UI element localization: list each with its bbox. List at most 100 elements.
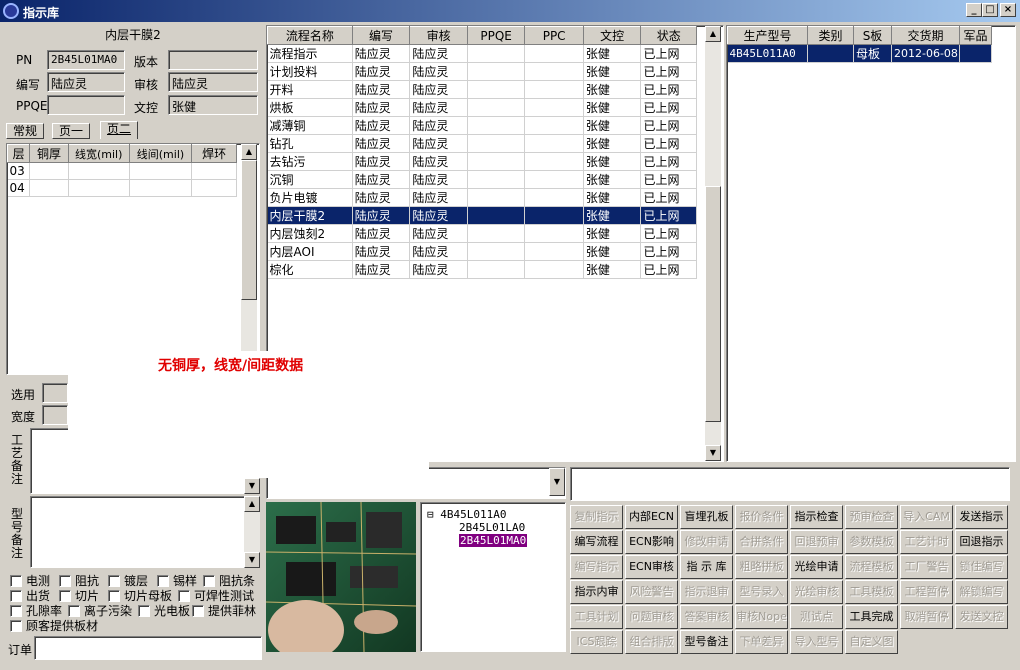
table-row[interactable]: 去钻污 陆应灵 陆应灵 张健 已上网 (267, 152, 697, 171)
flow-cell[interactable] (467, 116, 526, 135)
width-field[interactable] (42, 405, 68, 425)
flow-cell[interactable]: 陆应灵 (352, 242, 411, 261)
flow-cell[interactable]: 已上网 (640, 134, 697, 153)
tree-node-selected[interactable]: 2B45L01MA0 (459, 534, 528, 547)
flow-cell[interactable]: 张健 (583, 152, 642, 171)
action-button[interactable]: 编写流程 (570, 530, 623, 554)
flow-cell[interactable] (467, 260, 526, 279)
flow-cell[interactable]: 已上网 (640, 116, 697, 135)
maximize-button[interactable]: □ (982, 3, 998, 17)
flow-cell[interactable]: 张健 (583, 116, 642, 135)
military-cell[interactable] (959, 44, 992, 63)
action-button[interactable]: ICS跟踪 (570, 630, 623, 654)
action-button[interactable]: 指示退审 (680, 580, 733, 604)
action-button[interactable]: 光绘审核 (790, 580, 843, 604)
flow-header[interactable]: PPC (524, 26, 584, 45)
flow-cell[interactable] (524, 260, 584, 279)
flow-cell[interactable]: 棕化 (267, 260, 353, 279)
pn-field[interactable]: 2B45L01MA0 (47, 50, 125, 70)
line-space-cell[interactable] (129, 179, 193, 197)
ppqe-field[interactable] (47, 95, 125, 115)
flow-cell[interactable]: 张健 (583, 134, 642, 153)
ring-cell[interactable] (191, 162, 237, 180)
version-field[interactable] (168, 50, 258, 70)
tab-page-two[interactable]: 页二 (100, 121, 139, 139)
flow-cell[interactable] (467, 224, 526, 243)
minimize-button[interactable]: _ (966, 3, 982, 17)
action-button[interactable]: 流程模板 (845, 555, 898, 579)
action-button[interactable]: 指示内审 (570, 580, 623, 604)
tree-root[interactable]: ⊟ 4B45L011A0 (427, 508, 506, 521)
scroll-down-icon[interactable]: ▼ (705, 445, 721, 461)
model-cell[interactable]: 4B45L011A0 (727, 44, 808, 63)
table-row[interactable]: 流程指示 陆应灵 陆应灵 张健 已上网 (267, 44, 697, 63)
flow-cell[interactable]: 内层AOI (267, 242, 353, 261)
action-button[interactable]: 回退预审 (790, 530, 843, 554)
flow-cell[interactable]: 陆应灵 (409, 134, 468, 153)
action-button[interactable]: 下单差异 (735, 630, 788, 654)
flow-cell[interactable] (467, 134, 526, 153)
action-button[interactable]: 编写指示 (570, 555, 623, 579)
flow-cell[interactable] (524, 98, 584, 117)
flow-cell[interactable]: 陆应灵 (409, 188, 468, 207)
close-button[interactable]: × (1000, 3, 1016, 17)
action-button[interactable]: 指 示 库 (680, 555, 733, 579)
flow-cell[interactable]: 已上网 (640, 242, 697, 261)
checkbox-customer-material[interactable]: 顾客提供板材 (10, 617, 98, 634)
action-button[interactable]: ECN影响 (625, 530, 678, 554)
table-row[interactable]: 减薄铜 陆应灵 陆应灵 张健 已上网 (267, 116, 697, 135)
flow-cell[interactable]: 张健 (583, 170, 642, 189)
flow-cell[interactable] (524, 224, 584, 243)
model-header[interactable]: S板 (853, 26, 892, 45)
action-button[interactable]: 型号录入 (735, 580, 788, 604)
flow-cell[interactable]: 已上网 (640, 260, 697, 279)
flow-header[interactable]: 编写 (351, 26, 411, 45)
flow-cell[interactable]: 陆应灵 (352, 188, 411, 207)
model-note-field[interactable] (30, 496, 260, 568)
flow-cell[interactable] (524, 188, 584, 207)
flow-cell[interactable] (467, 170, 526, 189)
flow-cell[interactable] (524, 152, 584, 171)
flow-cell[interactable]: 陆应灵 (409, 224, 468, 243)
action-button[interactable]: 自定义图 (845, 630, 898, 654)
flow-cell[interactable]: 张健 (583, 242, 642, 261)
flow-cell[interactable]: 已上网 (640, 44, 697, 63)
flow-cell[interactable]: 张健 (583, 62, 642, 81)
action-button[interactable]: 修改申请 (680, 530, 733, 554)
layer-cell[interactable]: 03 (7, 162, 31, 180)
flow-cell[interactable] (524, 80, 584, 99)
flow-header[interactable]: PPQE (466, 26, 526, 45)
table-row[interactable]: 03 (7, 162, 237, 180)
layer-table-header[interactable]: 层 (6, 144, 31, 163)
model-header[interactable]: 类别 (807, 26, 854, 45)
flow-cell[interactable]: 陆应灵 (409, 80, 468, 99)
flow-cell[interactable]: 负片电镀 (267, 188, 353, 207)
flow-cell[interactable]: 陆应灵 (409, 44, 468, 63)
table-row[interactable]: 烘板 陆应灵 陆应灵 张健 已上网 (267, 98, 697, 117)
flow-cell[interactable]: 陆应灵 (352, 206, 411, 225)
flow-cell[interactable]: 张健 (583, 188, 642, 207)
flow-cell[interactable] (467, 80, 526, 99)
flow-cell[interactable]: 内层干膜2 (267, 206, 353, 225)
flow-cell[interactable]: 张健 (583, 206, 642, 225)
action-button[interactable]: 内部ECN (625, 505, 678, 529)
flow-cell[interactable] (524, 116, 584, 135)
action-button[interactable]: 工程暂停 (900, 580, 953, 604)
checkbox-provide-film[interactable]: 提供菲林 (192, 602, 256, 619)
flow-cell[interactable]: 计划投料 (267, 62, 353, 81)
model-header[interactable]: 生产型号 (727, 26, 808, 45)
action-button[interactable]: 工具完成 (845, 605, 898, 629)
action-button[interactable]: 审核Nope (735, 605, 788, 629)
action-button[interactable]: 工具计划 (570, 605, 623, 629)
flow-cell[interactable] (524, 62, 584, 81)
flow-header[interactable]: 状态 (640, 26, 697, 45)
model-header[interactable]: 交货期 (891, 26, 960, 45)
flow-cell[interactable]: 已上网 (640, 170, 697, 189)
flow-cell[interactable]: 钻孔 (267, 134, 353, 153)
table-row[interactable]: 内层蚀刻2 陆应灵 陆应灵 张健 已上网 (267, 224, 697, 243)
action-button[interactable]: 工具模板 (845, 580, 898, 604)
line-space-cell[interactable] (129, 162, 193, 180)
action-button[interactable]: 发送文控 (955, 605, 1008, 629)
layer-table-header[interactable]: 铜厚 (29, 144, 69, 163)
flow-cell[interactable]: 陆应灵 (352, 134, 411, 153)
